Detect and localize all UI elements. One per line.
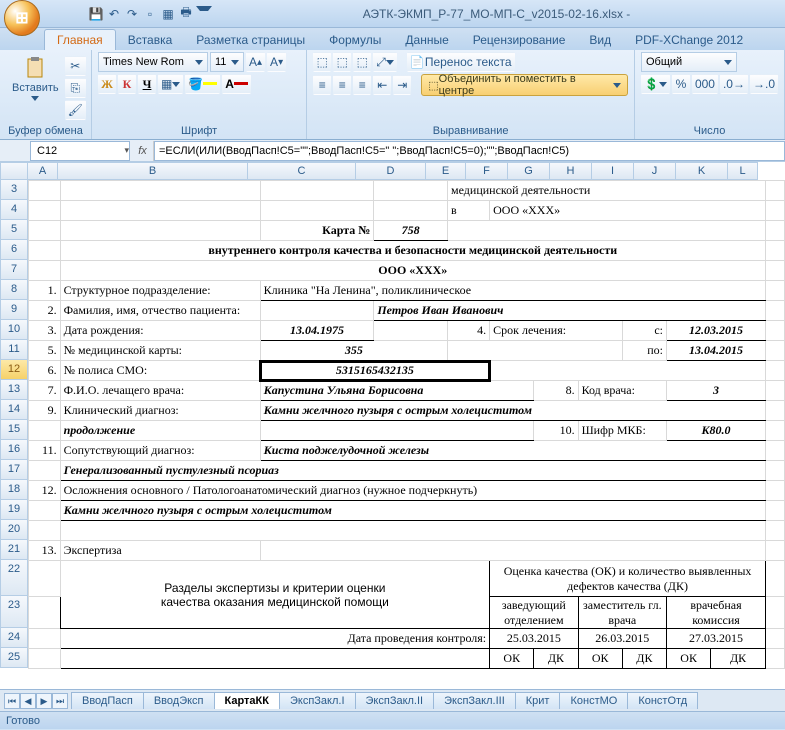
group-number: Число [641, 123, 778, 139]
sheet-tab-ВводПасп[interactable]: ВводПасп [71, 692, 144, 709]
tab-data[interactable]: Данные [393, 30, 460, 50]
sheet-tab-ЭкспЗакл.III[interactable]: ЭкспЗакл.III [433, 692, 516, 709]
formula-input[interactable]: =ЕСЛИ(ИЛИ(ВводПасп!C5="";ВводПасп!C5=" "… [154, 141, 785, 161]
font-size-select[interactable]: 11 [210, 52, 244, 72]
fill-color-button[interactable]: 🪣 [185, 74, 220, 94]
tab-nav-prev-icon[interactable]: ◀ [20, 693, 36, 709]
align-left-icon[interactable]: ≡ [313, 75, 331, 95]
save-icon[interactable]: 💾 [88, 6, 104, 22]
group-align: Выравнивание [313, 123, 628, 139]
percent-icon[interactable]: % [672, 74, 690, 94]
shrink-font-icon[interactable]: A▾ [267, 52, 286, 72]
orientation-icon[interactable]: ⤢ [373, 52, 397, 72]
border-button[interactable]: ▦ [158, 74, 183, 94]
cut-icon[interactable]: ✂ [65, 56, 86, 76]
status-bar: Готово [0, 711, 785, 729]
new-icon[interactable]: ▫ [142, 6, 158, 22]
grid[interactable]: медицинской деятельности вООО «XXX» Карт… [28, 180, 785, 689]
tab-nav-first-icon[interactable]: ⏮ [4, 693, 20, 709]
group-font: Шрифт [98, 123, 300, 139]
clipboard-icon [23, 56, 47, 80]
currency-icon[interactable]: 💲 [641, 74, 670, 94]
wrap-text-button[interactable]: 📄 Перенос текста [407, 52, 515, 72]
paste-button[interactable]: Вставить [6, 52, 65, 120]
font-name-select[interactable]: Times New Rom [98, 52, 208, 72]
ribbon-tabs: Главная Вставка Разметка страницы Формул… [0, 28, 785, 50]
tab-view[interactable]: Вид [577, 30, 623, 50]
selected-cell: 5315165432135 [260, 361, 490, 381]
dec-dec-icon[interactable]: →.0 [750, 74, 778, 94]
column-headers[interactable]: AB CD EF GH IJ KL [28, 162, 785, 180]
quick-print-icon[interactable]: 🖶 [178, 6, 194, 22]
number-format-select[interactable]: Общий [641, 52, 737, 72]
fx-icon[interactable]: fx [132, 141, 154, 161]
ribbon: Вставить ✂ ⎘ 🖌 Буфер обмена Times New Ro… [0, 50, 785, 140]
sheet-tab-КонстОтд[interactable]: КонстОтд [627, 692, 698, 709]
tab-nav-next-icon[interactable]: ▶ [36, 693, 52, 709]
italic-button[interactable]: К [118, 74, 136, 94]
sheet-tab-ВводЭксп[interactable]: ВводЭксп [143, 692, 215, 709]
tab-nav-last-icon[interactable]: ⏭ [52, 693, 68, 709]
bold-button[interactable]: Ж [98, 74, 116, 94]
underline-button[interactable]: Ч [138, 74, 156, 94]
group-clipboard: Буфер обмена [6, 123, 85, 139]
spreadsheet[interactable]: AB CD EF GH IJ KL 3456789101112131415161… [0, 162, 785, 689]
indent-dec-icon[interactable]: ⇤ [373, 75, 391, 95]
select-all-corner[interactable] [0, 162, 28, 180]
row-headers[interactable]: 345678910111213141516171819202122232425 [0, 180, 28, 668]
sheet-tab-КонстМО[interactable]: КонстМО [559, 692, 628, 709]
sheet-tab-Крит[interactable]: Крит [515, 692, 561, 709]
redo-icon[interactable]: ↷ [124, 6, 140, 22]
sheet-tab-КартаКК[interactable]: КартаКК [214, 692, 280, 709]
align-right-icon[interactable]: ≡ [353, 75, 371, 95]
undo-icon[interactable]: ↶ [106, 6, 122, 22]
copy-icon[interactable]: ⎘ [65, 78, 86, 98]
sheet-tab-ЭкспЗакл.II[interactable]: ЭкспЗакл.II [355, 692, 435, 709]
tab-formulas[interactable]: Формулы [317, 30, 393, 50]
inc-dec-icon[interactable]: .0→ [720, 74, 748, 94]
tab-insert[interactable]: Вставка [116, 30, 185, 50]
indent-inc-icon[interactable]: ⇥ [393, 75, 411, 95]
window-title: АЭТК-ЭКМП_Р-77_МО-МП-C_v2015-02-16.xlsx … [212, 7, 781, 21]
office-button[interactable]: ⊞ [4, 0, 40, 36]
formula-bar: C12▾ fx =ЕСЛИ(ИЛИ(ВводПасп!C5="";ВводПас… [0, 140, 785, 162]
sheet-tab-ЭкспЗакл.I[interactable]: ЭкспЗакл.I [279, 692, 356, 709]
qat-more-icon[interactable] [196, 6, 212, 22]
format-painter-icon[interactable]: 🖌 [65, 100, 86, 120]
tab-pdf[interactable]: PDF-XChange 2012 [623, 30, 755, 50]
align-top-icon[interactable]: ⬚ [313, 52, 331, 72]
comma-icon[interactable]: 000 [692, 74, 718, 94]
titlebar: ⊞ 💾 ↶ ↷ ▫ ▦ 🖶 АЭТК-ЭКМП_Р-77_МО-МП-C_v20… [0, 0, 785, 28]
tab-review[interactable]: Рецензирование [461, 30, 578, 50]
align-center-icon[interactable]: ≡ [333, 75, 351, 95]
sheet-tab-strip: ⏮ ◀ ▶ ⏭ ВводПаспВводЭкспКартаККЭкспЗакл.… [0, 689, 785, 711]
font-color-button[interactable]: A [222, 74, 251, 94]
align-bot-icon[interactable]: ⬚ [353, 52, 371, 72]
grow-font-icon[interactable]: A▴ [246, 52, 265, 72]
align-mid-icon[interactable]: ⬚ [333, 52, 351, 72]
quick-access-toolbar: 💾 ↶ ↷ ▫ ▦ 🖶 [88, 6, 212, 22]
tab-layout[interactable]: Разметка страницы [184, 30, 317, 50]
print-area-icon[interactable]: ▦ [160, 6, 176, 22]
name-box[interactable]: C12▾ [30, 141, 130, 161]
merge-center-button[interactable]: ⬚ Объединить и поместить в центре [421, 74, 628, 96]
tab-home[interactable]: Главная [44, 29, 116, 50]
